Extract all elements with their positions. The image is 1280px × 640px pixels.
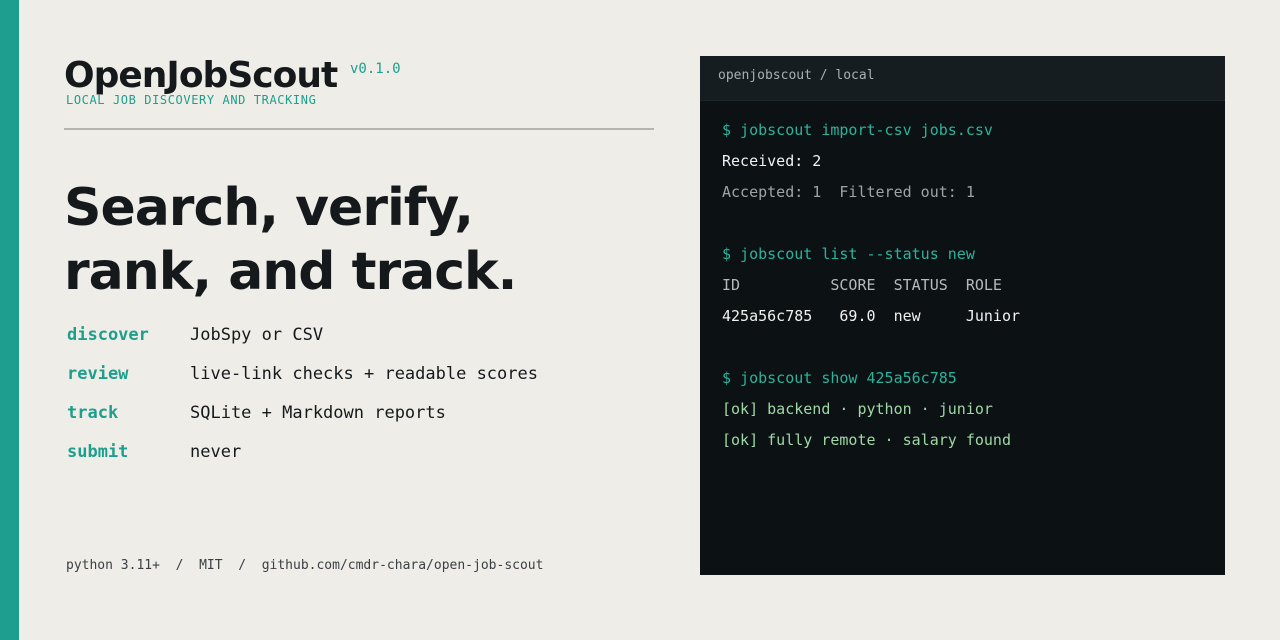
terminal-ok-line: [ok] fully remote · salary found xyxy=(722,431,1011,449)
footer-separator: / xyxy=(238,558,247,573)
feature-row-submit: submit never xyxy=(67,440,667,479)
feature-list: discover JobSpy or CSV review live-link … xyxy=(67,323,667,479)
accent-bar xyxy=(0,0,19,640)
feature-desc: JobSpy or CSV xyxy=(190,325,324,345)
feature-key: submit xyxy=(67,442,129,462)
feature-row-discover: discover JobSpy or CSV xyxy=(67,323,667,362)
terminal-command: $ jobscout show 425a56c785 xyxy=(722,369,957,387)
feature-key: review xyxy=(67,364,129,384)
page: OpenJobScout v0.1.0 LOCAL JOB DISCOVERY … xyxy=(0,0,1280,640)
footer-separator: / xyxy=(175,558,184,573)
terminal-title: openjobscout / local xyxy=(718,68,875,83)
version-label: v0.1.0 xyxy=(350,61,401,77)
terminal-header: openjobscout / local xyxy=(700,56,1225,101)
brand-name: OpenJobScout xyxy=(64,55,338,96)
feature-desc: SQLite + Markdown reports xyxy=(190,403,446,423)
headline: Search, verify, rank, and track. xyxy=(64,176,664,304)
feature-key: track xyxy=(67,403,119,423)
terminal-table-header: ID SCORE STATUS ROLE xyxy=(722,276,1002,294)
feature-row-track: track SQLite + Markdown reports xyxy=(67,401,667,440)
tagline: LOCAL JOB DISCOVERY AND TRACKING xyxy=(66,93,317,107)
terminal-output: Accepted: 1 Filtered out: 1 xyxy=(722,183,975,201)
terminal-body: $ jobscout import-csv jobs.csv Received:… xyxy=(722,118,1215,459)
footer-license: MIT xyxy=(199,558,223,573)
terminal-ok-line: [ok] backend · python · junior xyxy=(722,400,993,418)
headline-line-2: rank, and track. xyxy=(64,242,517,302)
footer-python: python 3.11+ xyxy=(66,558,160,573)
terminal-command: $ jobscout list --status new xyxy=(722,245,975,263)
footer-repo-link[interactable]: github.com/cmdr-chara/open-job-scout xyxy=(262,558,544,573)
terminal-window: openjobscout / local $ jobscout import-c… xyxy=(700,56,1225,575)
feature-row-review: review live-link checks + readable score… xyxy=(67,362,667,401)
divider xyxy=(64,128,654,130)
terminal-table-row: 425a56c785 69.0 new Junior xyxy=(722,307,1021,325)
headline-line-1: Search, verify, xyxy=(64,178,474,238)
footer: python 3.11+ / MIT / github.com/cmdr-cha… xyxy=(66,558,543,573)
feature-desc: never xyxy=(190,442,242,462)
feature-desc: live-link checks + readable scores xyxy=(190,364,538,384)
terminal-command: $ jobscout import-csv jobs.csv xyxy=(722,121,993,139)
feature-key: discover xyxy=(67,325,149,345)
terminal-output: Received: 2 xyxy=(722,152,822,170)
